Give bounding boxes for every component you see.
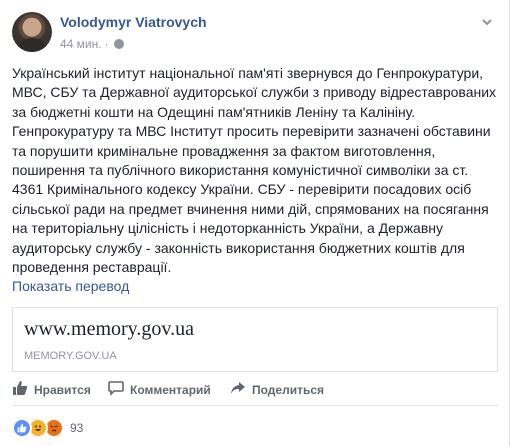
share-button[interactable]: Поделиться bbox=[230, 380, 324, 399]
like-icon bbox=[12, 418, 32, 438]
show-translation-link[interactable]: Показать перевод bbox=[12, 278, 129, 294]
like-button[interactable]: Нравится bbox=[12, 380, 91, 399]
link-preview-domain: MEMORY.GOV.UA bbox=[24, 350, 117, 362]
comment-label: Комментарий bbox=[130, 382, 211, 397]
post-card: Volodymyr Viatrovych 44 мин. · Українськ… bbox=[0, 0, 510, 446]
share-label: Поделиться bbox=[252, 382, 325, 397]
globe-icon bbox=[113, 39, 124, 49]
comment-button[interactable]: Комментарий bbox=[108, 380, 211, 399]
post-timestamp[interactable]: 44 мин. bbox=[60, 37, 102, 51]
like-label: Нравится bbox=[34, 382, 91, 397]
separator-dot: · bbox=[104, 37, 109, 51]
link-preview[interactable]: www.memory.gov.ua MEMORY.GOV.UA bbox=[12, 307, 498, 372]
post-text: Український інститут національної пам'ят… bbox=[12, 65, 497, 276]
author-avatar[interactable] bbox=[12, 12, 52, 52]
reactions-summary[interactable]: 93 bbox=[12, 418, 83, 438]
thumbs-up-icon bbox=[12, 380, 28, 399]
share-icon bbox=[230, 380, 246, 399]
author-name[interactable]: Volodymyr Viatrovych bbox=[60, 14, 207, 30]
link-preview-title[interactable]: www.memory.gov.ua bbox=[24, 318, 194, 341]
reaction-count[interactable]: 93 bbox=[70, 421, 83, 435]
comment-icon bbox=[108, 380, 124, 399]
chevron-down-icon[interactable] bbox=[481, 16, 493, 28]
post-actions-bar: Нравится Комментарий Поделиться bbox=[12, 371, 498, 406]
post-meta: 44 мин. · bbox=[60, 37, 124, 51]
